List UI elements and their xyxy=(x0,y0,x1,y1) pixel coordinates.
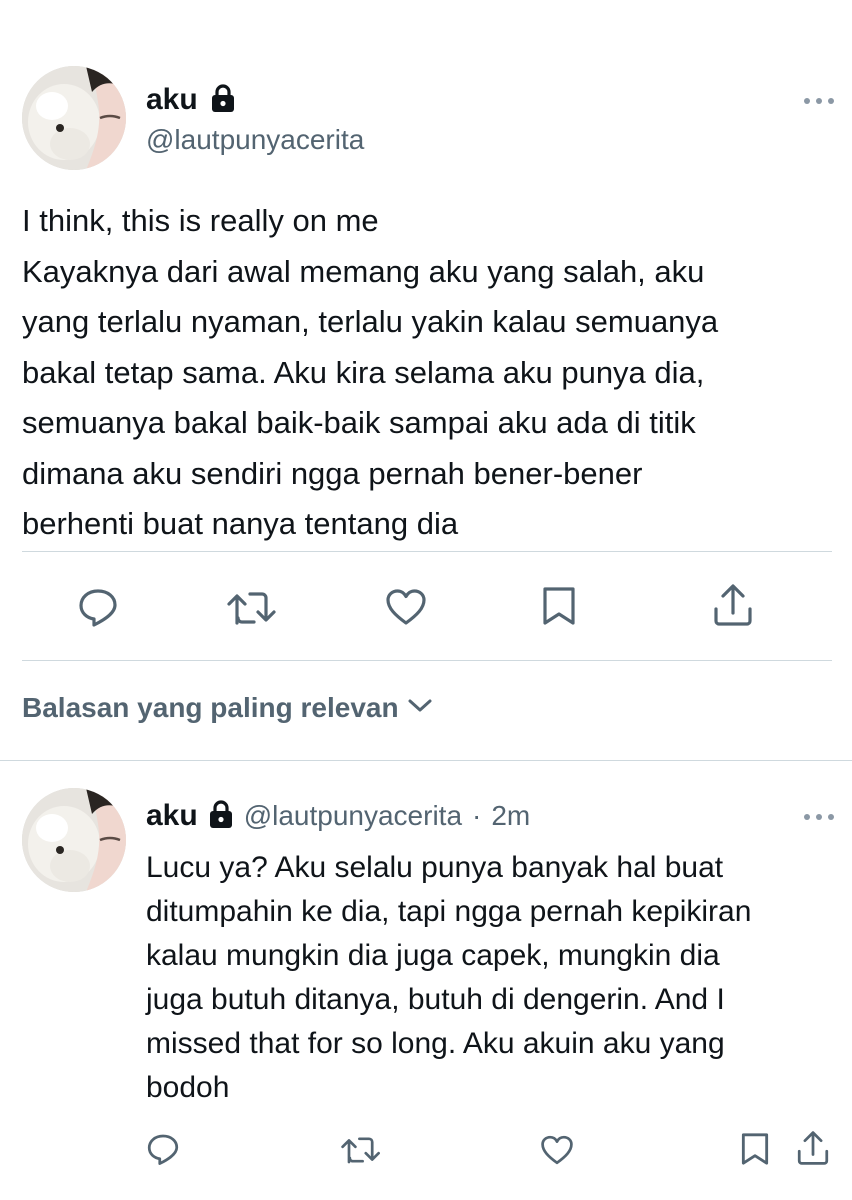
tweet-text-line: Kayaknya dari awal memang aku yang salah… xyxy=(22,253,705,289)
share-icon xyxy=(714,584,752,626)
retweet-icon xyxy=(341,1137,380,1164)
reply-text-line: ditumpahin ke dia, tapi ngga pernah kepi… xyxy=(146,895,752,928)
reply-text-line: juga butuh ditanya, butuh di dengerin. A… xyxy=(146,983,725,1016)
display-name[interactable]: aku xyxy=(146,83,198,117)
tweet-text-line: I think, this is really on me xyxy=(22,203,379,238)
reply-share-button[interactable] xyxy=(796,1130,830,1166)
reply-more-icon[interactable] xyxy=(802,810,836,828)
bookmark-button[interactable] xyxy=(541,585,577,627)
reply-text-line: bodoh xyxy=(146,1071,230,1104)
bookmark-icon xyxy=(741,1133,769,1165)
share-icon xyxy=(797,1131,829,1165)
replies-sort-selector[interactable]: Balasan yang paling relevan xyxy=(22,692,433,724)
tweet-text-line: dimana aku sendiri ngga pernah bener-ben… xyxy=(22,455,643,491)
tweet-text-line: berhenti buat nanya tentang dia xyxy=(22,506,459,541)
more-icon[interactable] xyxy=(802,94,836,112)
reply-text: Lucu ya? Aku selalu punya banyak hal bua… xyxy=(146,846,836,1110)
reply-icon xyxy=(79,589,117,627)
reply-icon xyxy=(147,1134,179,1165)
avatar[interactable] xyxy=(22,66,126,170)
bookmark-icon xyxy=(543,587,575,625)
reply-retweet-button[interactable] xyxy=(340,1134,382,1166)
tweet-text-line: yang terlalu nyaman, terlalu yakin kalau… xyxy=(22,304,719,339)
reply-bookmark-button[interactable] xyxy=(740,1131,770,1167)
reply-avatar[interactable] xyxy=(22,788,126,892)
like-button[interactable] xyxy=(385,587,427,627)
reply-text-line: Lucu ya? Aku selalu punya banyak hal bua… xyxy=(146,851,724,884)
reply-display-name[interactable]: aku xyxy=(146,799,198,833)
reply-like-button[interactable] xyxy=(540,1134,574,1166)
retweet-icon xyxy=(227,592,276,625)
retweet-button[interactable] xyxy=(226,588,278,628)
divider xyxy=(22,551,832,552)
tweet-text-line: bakal tetap sama. Aku kira selama aku pu… xyxy=(22,354,705,390)
reply-button[interactable] xyxy=(77,586,119,628)
tweet-text-line: semuanya bakal baik-baik sampai aku ada … xyxy=(22,405,696,440)
lock-icon xyxy=(208,799,234,834)
reply-username[interactable]: @lautpunyacerita xyxy=(244,800,462,832)
tweet-text: I think, this is really on me Kayaknya d… xyxy=(22,196,832,550)
replies-sort-label: Balasan yang paling relevan xyxy=(22,692,399,723)
like-icon xyxy=(541,1135,573,1165)
separator-dot: · xyxy=(472,800,482,831)
like-icon xyxy=(386,589,426,625)
reply-text-line: kalau mungkin dia juga capek, mungkin di… xyxy=(146,939,720,972)
reply-reply-button[interactable] xyxy=(146,1132,180,1166)
divider xyxy=(22,660,832,661)
reply-timestamp[interactable]: 2m xyxy=(491,800,530,832)
chevron-down-icon xyxy=(407,698,433,719)
divider xyxy=(0,760,852,761)
lock-icon xyxy=(210,83,236,118)
reply-text-line: missed that for so long. Aku akuin aku y… xyxy=(146,1027,725,1060)
username[interactable]: @lautpunyacerita xyxy=(146,124,364,156)
share-button[interactable] xyxy=(712,583,754,627)
